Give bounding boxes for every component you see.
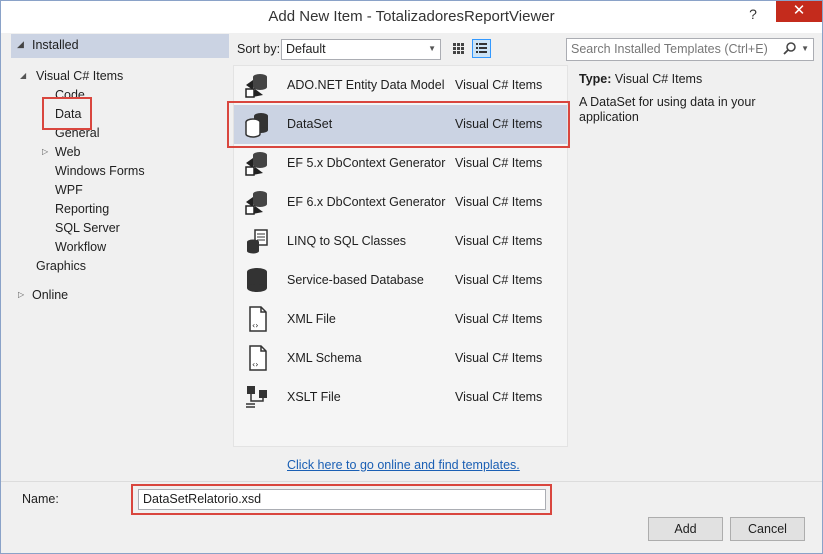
xml-schema-icon: ‹›	[249, 345, 267, 371]
svg-text:‹›: ‹›	[252, 321, 258, 330]
template-name: XML Schema	[287, 351, 362, 365]
expand-arrow-icon[interactable]: ▷	[18, 290, 24, 299]
template-row-xml-schema[interactable]: ‹› XML Schema Visual C# Items	[234, 339, 567, 378]
small-icons-view-button[interactable]	[449, 39, 468, 58]
tree-node-workflow[interactable]: Workflow	[55, 240, 106, 254]
template-row-dataset[interactable]: DataSet Visual C# Items	[234, 105, 567, 144]
title-bar: Add New Item - TotalizadoresReportViewer…	[1, 1, 822, 33]
sort-by-label: Sort by:	[237, 42, 281, 56]
template-name: EF 5.x DbContext Generator	[287, 156, 446, 170]
search-icon[interactable]	[783, 41, 797, 55]
template-description: A DataSet for using data in your applica…	[579, 95, 756, 124]
add-button[interactable]: Add	[648, 517, 723, 541]
template-category: Visual C# Items	[455, 273, 543, 287]
dbcontext-generator-icon	[245, 152, 267, 176]
template-category: Visual C# Items	[455, 390, 543, 404]
tree-node-web[interactable]: Web	[55, 145, 80, 159]
template-row-linq-to-sql-classes[interactable]: LINQ to SQL Classes Visual C# Items	[234, 222, 567, 261]
grid-view-icon	[453, 43, 464, 54]
entity-model-icon	[245, 74, 267, 98]
tree-node-online[interactable]: Online	[32, 288, 68, 302]
template-row-xslt-file[interactable]: XSLT File Visual C# Items	[234, 378, 567, 417]
sort-by-dropdown[interactable]: Default ▼	[281, 39, 441, 60]
name-field[interactable]	[139, 490, 545, 507]
chevron-down-icon[interactable]: ▼	[801, 44, 809, 53]
chevron-down-icon: ▼	[428, 44, 436, 53]
tree-node-installed[interactable]: ◢ Installed	[11, 34, 229, 58]
expand-arrow-icon[interactable]: ▷	[42, 147, 48, 156]
name-field-container	[138, 489, 546, 510]
svg-text:‹›: ‹›	[252, 360, 258, 369]
template-category: Visual C# Items	[455, 156, 543, 170]
template-row-ado-net-entity-data-model[interactable]: ADO.NET Entity Data Model Visual C# Item…	[234, 66, 567, 105]
type-label: Type:	[579, 72, 612, 86]
list-view-icon	[476, 43, 487, 53]
template-row-ef6-dbcontext-generator[interactable]: EF 6.x DbContext Generator Visual C# Ite…	[234, 183, 567, 222]
sort-by-value: Default	[286, 42, 326, 56]
template-category: Visual C# Items	[455, 117, 543, 131]
type-line: Type: Visual C# Items	[579, 72, 702, 86]
search-installed-templates-input[interactable]: Search Installed Templates (Ctrl+E) ▼	[566, 38, 814, 61]
name-label: Name:	[22, 492, 59, 506]
template-row-service-based-database[interactable]: Service-based Database Visual C# Items	[234, 261, 567, 300]
tree-node-general[interactable]: General	[55, 126, 99, 140]
database-icon	[247, 268, 267, 292]
help-button[interactable]: ?	[739, 1, 767, 29]
template-category: Visual C# Items	[455, 312, 543, 326]
template-name: EF 6.x DbContext Generator	[287, 195, 446, 209]
xml-file-icon: ‹›	[249, 306, 267, 332]
tree-node-graphics[interactable]: Graphics	[36, 259, 86, 273]
template-row-ef5-dbcontext-generator[interactable]: EF 5.x DbContext Generator Visual C# Ite…	[234, 144, 567, 183]
add-new-item-dialog: Add New Item - TotalizadoresReportViewer…	[0, 0, 823, 554]
bottom-divider	[1, 481, 822, 482]
template-tree: ◢ Installed ◢ Visual C# Items Code Data …	[11, 34, 229, 474]
tree-node-windows-forms[interactable]: Windows Forms	[55, 164, 145, 178]
template-category: Visual C# Items	[455, 195, 543, 209]
linq-to-sql-icon	[247, 229, 268, 254]
xslt-file-icon	[246, 386, 267, 408]
dataset-icon	[245, 113, 268, 138]
template-name: DataSet	[287, 117, 333, 131]
template-name: ADO.NET Entity Data Model	[287, 78, 445, 92]
template-name: Service-based Database	[287, 273, 424, 287]
find-templates-online-link[interactable]: Click here to go online and find templat…	[287, 458, 520, 472]
collapse-arrow-icon[interactable]: ◢	[17, 39, 24, 50]
template-name: XSLT File	[287, 390, 341, 404]
template-name: LINQ to SQL Classes	[287, 234, 407, 248]
tree-node-sql-server[interactable]: SQL Server	[55, 221, 120, 235]
list-view-button[interactable]	[472, 39, 491, 58]
search-placeholder: Search Installed Templates (Ctrl+E)	[571, 42, 768, 56]
tree-node-reporting[interactable]: Reporting	[55, 202, 109, 216]
template-category: Visual C# Items	[455, 351, 543, 365]
tree-node-code[interactable]: Code	[55, 88, 85, 102]
close-button[interactable]: ✕	[776, 1, 822, 22]
collapse-arrow-icon[interactable]: ◢	[20, 71, 26, 80]
template-category: Visual C# Items	[455, 234, 543, 248]
cancel-button[interactable]: Cancel	[730, 517, 805, 541]
template-category: Visual C# Items	[455, 78, 543, 92]
type-value: Visual C# Items	[614, 72, 703, 86]
template-list: ADO.NET Entity Data Model Visual C# Item…	[233, 65, 568, 447]
tree-node-data[interactable]: Data	[55, 107, 81, 121]
tree-node-wpf[interactable]: WPF	[55, 183, 83, 197]
tree-node-visual-csharp-items[interactable]: Visual C# Items	[36, 69, 123, 83]
dbcontext-generator-icon	[245, 191, 267, 215]
template-row-xml-file[interactable]: ‹› XML File Visual C# Items	[234, 300, 567, 339]
template-name: XML File	[287, 312, 336, 326]
dialog-title: Add New Item - TotalizadoresReportViewer	[268, 8, 555, 25]
